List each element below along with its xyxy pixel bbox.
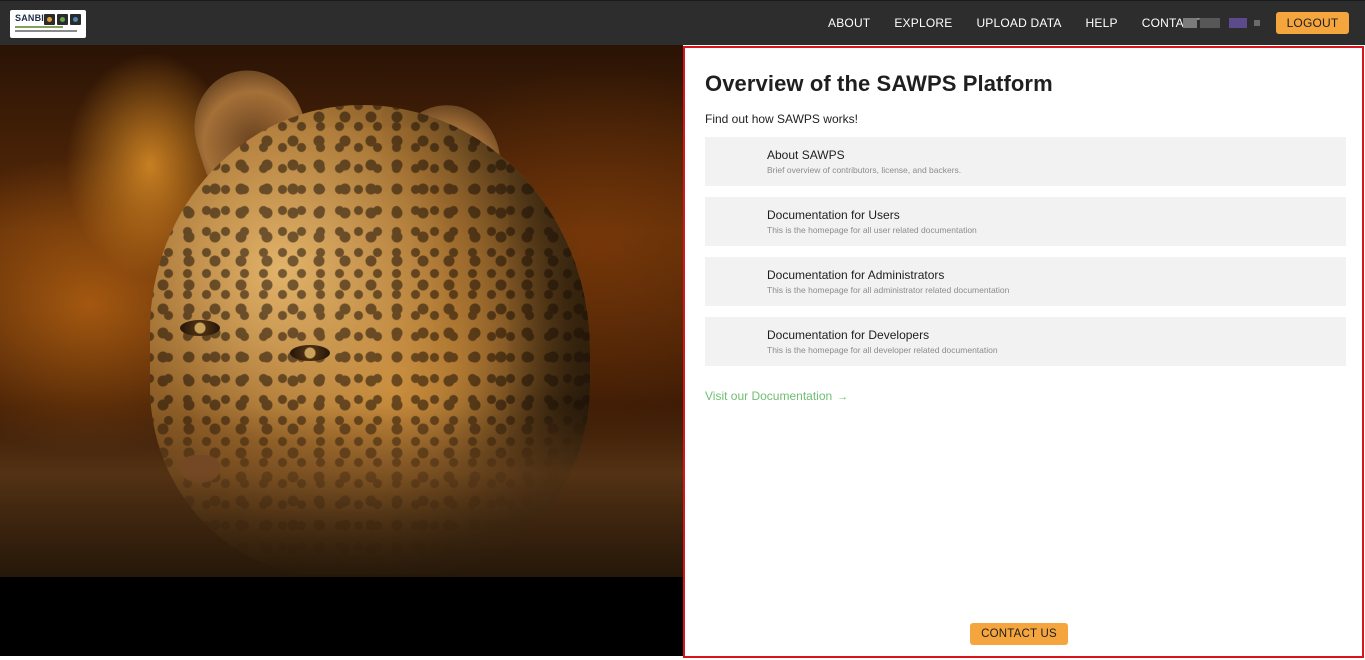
nav-about[interactable]: ABOUT [828, 16, 870, 30]
top-navbar: SANBI ABOUT EXPLORE UPLOAD DATA HELP CON… [0, 0, 1365, 45]
redacted-block [1200, 18, 1220, 28]
redacted-block [1183, 18, 1197, 28]
card-docs-developers[interactable]: Documentation for Developers This is the… [705, 317, 1346, 366]
logout-button[interactable]: LOGOUT [1276, 12, 1349, 34]
card-description: This is the homepage for all developer r… [767, 345, 998, 355]
card-docs-users[interactable]: Documentation for Users This is the home… [705, 197, 1346, 246]
card-description: This is the homepage for all user relate… [767, 225, 977, 235]
leopard-eye-left [180, 320, 220, 336]
overview-panel: Overview of the SAWPS Platform Find out … [683, 46, 1364, 658]
user-menu-redacted[interactable] [1183, 18, 1260, 28]
hero-image-area [0, 45, 683, 656]
redacted-block [1229, 18, 1247, 28]
logo-tagline-line [15, 26, 63, 28]
right-arrow-icon: → [837, 391, 849, 403]
card-title: About SAWPS [767, 148, 845, 162]
logo-tile-1 [44, 14, 55, 25]
nav-upload-data[interactable]: UPLOAD DATA [976, 16, 1061, 30]
card-description: Brief overview of contributors, license,… [767, 165, 962, 175]
logo-text: SANBI [15, 13, 45, 23]
visit-documentation-link[interactable]: Visit our Documentation → [705, 389, 848, 403]
nav-explore[interactable]: EXPLORE [894, 16, 952, 30]
doc-link-label: Visit our Documentation [705, 389, 833, 403]
nav-help[interactable]: HELP [1086, 16, 1118, 30]
contact-us-button[interactable]: CONTACT US [970, 623, 1068, 645]
logo-tagline-line-2 [15, 30, 77, 32]
card-title: Documentation for Users [767, 208, 900, 222]
card-docs-administrators[interactable]: Documentation for Administrators This is… [705, 257, 1346, 306]
nav-links: ABOUT EXPLORE UPLOAD DATA HELP CONTACT [828, 16, 1224, 30]
leopard-eye-right [290, 345, 330, 361]
leopard-photo [0, 45, 683, 577]
card-title: Documentation for Administrators [767, 268, 945, 282]
intro-text: Find out how SAWPS works! [705, 112, 858, 126]
logo-tile-2 [57, 14, 68, 25]
page-title: Overview of the SAWPS Platform [705, 71, 1053, 96]
logo-tile-3 [70, 14, 81, 25]
card-about-sawps[interactable]: About SAWPS Brief overview of contributo… [705, 137, 1346, 186]
card-title: Documentation for Developers [767, 328, 930, 342]
leopard-body-shadow [0, 405, 683, 577]
redacted-block [1254, 20, 1260, 26]
card-description: This is the homepage for all administrat… [767, 285, 1010, 295]
sanbi-logo[interactable]: SANBI [10, 10, 86, 38]
